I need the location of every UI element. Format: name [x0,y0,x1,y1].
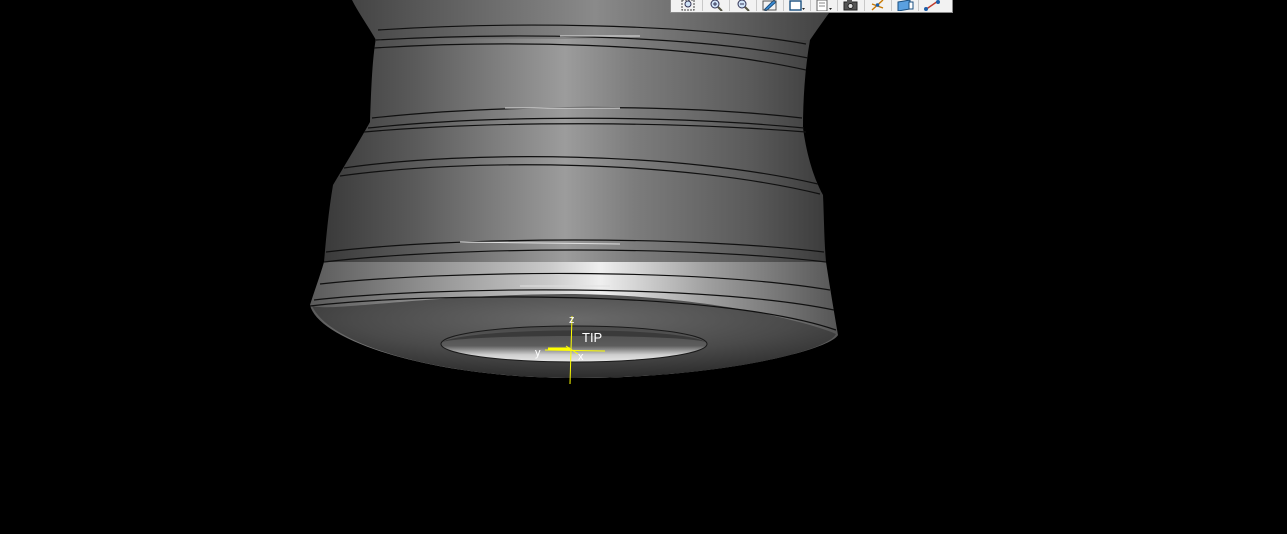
view-orientation-icon [788,0,805,11]
datum-display-icon [897,0,913,11]
triad-x-label: x [578,351,584,363]
triad-y-label: y [535,347,541,359]
model-render: z y x TIP [309,0,838,385]
zoom-in-icon [710,0,723,11]
saved-views-icon [816,0,832,11]
camera-button[interactable] [837,0,864,11]
datum-display-button[interactable] [891,0,918,11]
zoom-out-icon [737,0,750,11]
camera-icon [843,0,857,11]
saved-views-button[interactable] [810,0,837,11]
spin-center-button[interactable] [864,0,891,11]
sketch-curve-button[interactable] [918,0,945,11]
model-main-body [324,38,826,262]
graphics-viewport[interactable]: z y x TIP [0,0,1287,534]
shading-button[interactable] [756,0,783,11]
view-toolbar [670,0,953,13]
zoom-out-button[interactable] [729,0,756,11]
shading-icon [762,0,777,11]
view-orientation-button[interactable] [783,0,810,11]
triad-z-label: z [569,314,575,326]
zoom-window-button[interactable] [675,0,702,11]
spin-center-icon [871,0,883,11]
sketch-curve-icon [923,0,940,11]
zoom-in-button[interactable] [702,0,729,11]
csys-name-label: TIP [582,330,602,345]
zoom-window-icon [681,0,694,11]
